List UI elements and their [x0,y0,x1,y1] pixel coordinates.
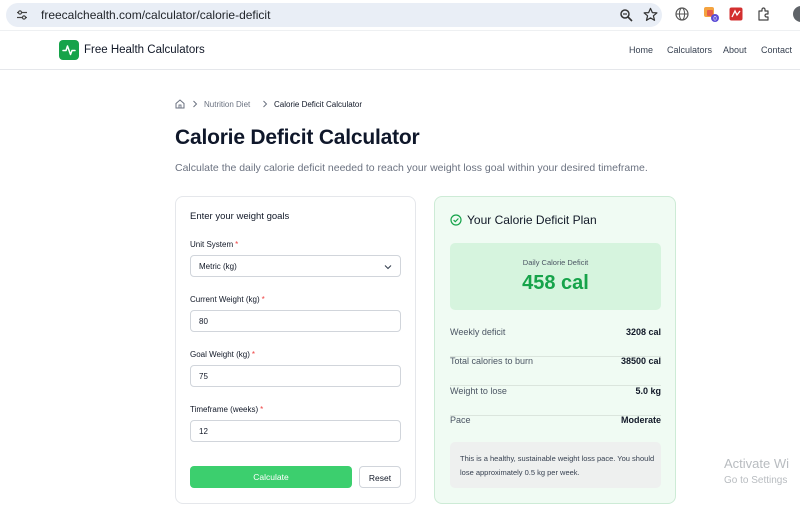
chevron-down-icon [384,265,392,270]
nav-home[interactable]: Home [629,45,653,55]
daily-deficit-box: Daily Calorie Deficit 458 cal [450,243,661,310]
stat-row-pace: Pace Moderate [450,415,661,445]
unit-system-select[interactable]: Metric (kg) [190,255,401,277]
current-weight-value: 80 [199,317,208,326]
stat-label: Total calories to burn [450,356,534,366]
breadcrumb-current: Calorie Deficit Calculator [274,100,363,109]
current-weight-label: Current Weight (kg) * [190,295,265,304]
timeframe-input[interactable]: 12 [190,420,401,442]
home-icon[interactable] [175,99,185,109]
page-subtitle: Calculate the daily calorie deficit need… [175,162,648,174]
logo[interactable] [59,40,79,60]
breadcrumb-chevron-icon [193,100,198,108]
stat-label: Pace [450,415,471,425]
site-header: Free Health Calculators Home Calculators… [0,30,800,70]
stat-row-weekly: Weekly deficit 3208 cal [450,327,661,357]
reset-label: Reset [368,473,392,483]
stat-row-weight: Weight to lose 5.0 kg [450,386,661,416]
nav-calculators[interactable]: Calculators [667,45,712,55]
stat-row-total: Total calories to burn 38500 cal [450,356,661,386]
breadcrumb-nutrition[interactable]: Nutrition Diet [204,100,250,109]
url-text[interactable]: freecalchealth.com/calculator/calorie-de… [41,8,270,22]
stat-value: 38500 cal [620,356,661,366]
goal-weight-label: Goal Weight (kg) * [190,350,255,359]
pace-note-text: This is a healthy, sustainable weight lo… [460,454,655,477]
stat-value: 5.0 kg [635,386,661,396]
nav-contact[interactable]: Contact [761,45,792,55]
check-circle-icon [450,214,462,226]
goal-weight-value: 75 [199,372,208,381]
calculate-button[interactable]: Calculate [190,466,352,488]
goal-weight-input[interactable]: 75 [190,365,401,387]
timeframe-label: Timeframe (weeks) * [190,405,264,414]
extension-badge-icon[interactable]: 0 [703,6,719,22]
globe-icon[interactable] [674,6,690,22]
daily-deficit-label: Daily Calorie Deficit [522,258,589,267]
puzzle-icon[interactable] [756,6,772,22]
pace-note: This is a healthy, sustainable weight lo… [450,442,661,488]
zoom-icon[interactable] [619,8,633,22]
stat-label: Weekly deficit [450,327,506,337]
star-icon[interactable] [643,7,658,22]
calculate-label: Calculate [253,472,289,482]
unit-system-value: Metric (kg) [199,262,237,271]
page-title: Calorie Deficit Calculator [175,126,420,149]
brand-name[interactable]: Free Health Calculators [84,44,205,56]
form-heading: Enter your weight goals [190,211,290,222]
results-heading: Your Calorie Deficit Plan [467,213,597,227]
activation-watermark-title: Activate Wi [724,456,790,471]
stat-label: Weight to lose [450,386,507,396]
tune-icon[interactable] [16,9,28,21]
daily-deficit-value: 458 cal [522,272,589,294]
form-card: Enter your weight goals Unit System * Met… [175,196,416,504]
breadcrumb-chevron-icon [263,100,268,108]
pdf-extension-icon[interactable] [728,6,744,22]
profile-avatar[interactable] [793,6,800,22]
unit-system-label: Unit System * [190,240,239,249]
current-weight-input[interactable]: 80 [190,310,401,332]
results-card: Your Calorie Deficit Plan Daily Calorie … [434,196,676,504]
browser-toolbar: freecalchealth.com/calculator/calorie-de… [0,0,800,30]
timeframe-value: 12 [199,427,208,436]
stat-value: Moderate [620,415,661,425]
address-bar[interactable]: freecalchealth.com/calculator/calorie-de… [6,3,662,27]
pulse-icon [62,45,76,56]
stat-value: 3208 cal [625,327,661,337]
activation-watermark-subtitle: Go to Settings [724,475,788,486]
reset-button[interactable]: Reset [359,466,401,488]
nav-about[interactable]: About [723,45,747,55]
